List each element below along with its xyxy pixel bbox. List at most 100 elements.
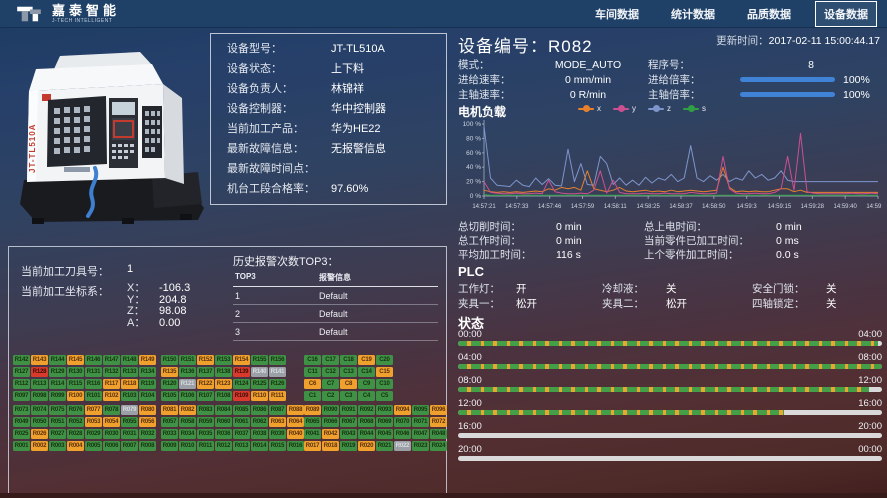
machine-tile-R082[interactable]: R082 bbox=[179, 405, 196, 415]
machine-tile-R079[interactable]: R079 bbox=[121, 405, 138, 415]
machine-tile-R036[interactable]: R036 bbox=[215, 429, 232, 439]
machine-tile-R125[interactable]: R125 bbox=[251, 379, 268, 389]
machine-tile-R145[interactable]: R145 bbox=[67, 355, 84, 365]
machine-tile-R052[interactable]: R052 bbox=[67, 417, 84, 427]
machine-tile-R155[interactable]: R155 bbox=[251, 355, 268, 365]
machine-tile-R024[interactable]: R024 bbox=[430, 441, 447, 451]
machine-tile-R111[interactable]: R111 bbox=[269, 391, 286, 401]
machine-tile-R154[interactable]: R154 bbox=[233, 355, 250, 365]
machine-tile-R058[interactable]: R058 bbox=[179, 417, 196, 427]
machine-tile-R032[interactable]: R032 bbox=[139, 429, 156, 439]
legend-item-s[interactable]: s bbox=[683, 104, 706, 113]
machine-tile-R074[interactable]: R074 bbox=[31, 405, 48, 415]
machine-tile-R153[interactable]: R153 bbox=[215, 355, 232, 365]
machine-tile-R017[interactable]: R017 bbox=[304, 441, 321, 451]
machine-tile-C20[interactable]: C20 bbox=[376, 355, 393, 365]
machine-tile-C3[interactable]: C3 bbox=[340, 391, 357, 401]
machine-tile-R120[interactable]: R120 bbox=[161, 379, 178, 389]
machine-tile-R098[interactable]: R098 bbox=[31, 391, 48, 401]
machine-tile-R069[interactable]: R069 bbox=[376, 417, 393, 427]
machine-tile-R116[interactable]: R116 bbox=[85, 379, 102, 389]
machine-tile-R152[interactable]: R152 bbox=[197, 355, 214, 365]
machine-tile-R086[interactable]: R086 bbox=[251, 405, 268, 415]
machine-tile-R068[interactable]: R068 bbox=[358, 417, 375, 427]
machine-tile-R038[interactable]: R038 bbox=[251, 429, 268, 439]
machine-tile-C4[interactable]: C4 bbox=[358, 391, 375, 401]
machine-tile-C6[interactable]: C6 bbox=[304, 379, 321, 389]
machine-tile-R033[interactable]: R033 bbox=[161, 429, 178, 439]
nav-item-tab[interactable]: 统计数据 bbox=[663, 2, 723, 26]
machine-tile-R059[interactable]: R059 bbox=[197, 417, 214, 427]
machine-tile-R026[interactable]: R026 bbox=[31, 429, 48, 439]
machine-tile-R008[interactable]: R008 bbox=[139, 441, 156, 451]
machine-tile-R104[interactable]: R104 bbox=[139, 391, 156, 401]
machine-tile-R130[interactable]: R130 bbox=[67, 367, 84, 377]
machine-tile-R146[interactable]: R146 bbox=[85, 355, 102, 365]
machine-tile-R087[interactable]: R087 bbox=[269, 405, 286, 415]
machine-tile-C7[interactable]: C7 bbox=[322, 379, 339, 389]
machine-tile-R134[interactable]: R134 bbox=[139, 367, 156, 377]
machine-tile-R089[interactable]: R089 bbox=[304, 405, 321, 415]
machine-tile-R007[interactable]: R007 bbox=[121, 441, 138, 451]
machine-tile-R117[interactable]: R117 bbox=[103, 379, 120, 389]
machine-tile-R029[interactable]: R029 bbox=[85, 429, 102, 439]
machine-tile-R010[interactable]: R010 bbox=[179, 441, 196, 451]
machine-tile-R096[interactable]: R096 bbox=[430, 405, 447, 415]
machine-tile-R020[interactable]: R020 bbox=[358, 441, 375, 451]
machine-tile-R049[interactable]: R049 bbox=[13, 417, 30, 427]
machine-tile-R112[interactable]: R112 bbox=[13, 379, 30, 389]
machine-tile-R064[interactable]: R064 bbox=[287, 417, 304, 427]
machine-tile-C1[interactable]: C1 bbox=[304, 391, 321, 401]
machine-tile-R035[interactable]: R035 bbox=[197, 429, 214, 439]
machine-tile-R105[interactable]: R105 bbox=[161, 391, 178, 401]
machine-tile-R003[interactable]: R003 bbox=[49, 441, 66, 451]
machine-tile-C16[interactable]: C16 bbox=[304, 355, 321, 365]
machine-tile-R088[interactable]: R088 bbox=[287, 405, 304, 415]
machine-tile-R022[interactable]: R022 bbox=[394, 441, 411, 451]
machine-tile-R109[interactable]: R109 bbox=[233, 391, 250, 401]
machine-tile-R021[interactable]: R021 bbox=[376, 441, 393, 451]
machine-tile-R060[interactable]: R060 bbox=[215, 417, 232, 427]
machine-tile-R084[interactable]: R084 bbox=[215, 405, 232, 415]
nav-item-active[interactable]: 设备数据 bbox=[815, 1, 877, 27]
machine-tile-C10[interactable]: C10 bbox=[376, 379, 393, 389]
machine-tile-R061[interactable]: R061 bbox=[233, 417, 250, 427]
machine-tile-R107[interactable]: R107 bbox=[197, 391, 214, 401]
machine-tile-R045[interactable]: R045 bbox=[376, 429, 393, 439]
machine-tile-R031[interactable]: R031 bbox=[121, 429, 138, 439]
machine-tile-R041[interactable]: R041 bbox=[304, 429, 321, 439]
machine-tile-C15[interactable]: C15 bbox=[376, 367, 393, 377]
machine-tile-R139[interactable]: R139 bbox=[233, 367, 250, 377]
machine-tile-R042[interactable]: R042 bbox=[322, 429, 339, 439]
machine-tile-C8[interactable]: C8 bbox=[340, 379, 357, 389]
machine-tile-R080[interactable]: R080 bbox=[139, 405, 156, 415]
machine-tile-R143[interactable]: R143 bbox=[31, 355, 48, 365]
machine-tile-R050[interactable]: R050 bbox=[31, 417, 48, 427]
machine-tile-R040[interactable]: R040 bbox=[287, 429, 304, 439]
machine-tile-R144[interactable]: R144 bbox=[49, 355, 66, 365]
machine-tile-R135[interactable]: R135 bbox=[161, 367, 178, 377]
machine-tile-R018[interactable]: R018 bbox=[322, 441, 339, 451]
nav-item-tab[interactable]: 车间数据 bbox=[587, 2, 647, 26]
machine-tile-R137[interactable]: R137 bbox=[197, 367, 214, 377]
machine-tile-R141[interactable]: R141 bbox=[269, 367, 286, 377]
machine-tile-C19[interactable]: C19 bbox=[358, 355, 375, 365]
machine-tile-R055[interactable]: R055 bbox=[121, 417, 138, 427]
legend-item-z[interactable]: z bbox=[648, 104, 671, 113]
machine-tile-R012[interactable]: R012 bbox=[215, 441, 232, 451]
machine-tile-R009[interactable]: R009 bbox=[161, 441, 178, 451]
machine-tile-R123[interactable]: R123 bbox=[215, 379, 232, 389]
legend-item-x[interactable]: x bbox=[578, 104, 601, 113]
machine-tile-R128[interactable]: R128 bbox=[31, 367, 48, 377]
nav-item-tab[interactable]: 品质数据 bbox=[739, 2, 799, 26]
machine-tile-R127[interactable]: R127 bbox=[13, 367, 30, 377]
machine-tile-R085[interactable]: R085 bbox=[233, 405, 250, 415]
machine-tile-R114[interactable]: R114 bbox=[49, 379, 66, 389]
machine-tile-R076[interactable]: R076 bbox=[67, 405, 84, 415]
machine-tile-R027[interactable]: R027 bbox=[49, 429, 66, 439]
machine-tile-R019[interactable]: R019 bbox=[340, 441, 357, 451]
machine-tile-R075[interactable]: R075 bbox=[49, 405, 66, 415]
machine-tile-C12[interactable]: C12 bbox=[322, 367, 339, 377]
machine-tile-R129[interactable]: R129 bbox=[49, 367, 66, 377]
machine-tile-R065[interactable]: R065 bbox=[304, 417, 321, 427]
